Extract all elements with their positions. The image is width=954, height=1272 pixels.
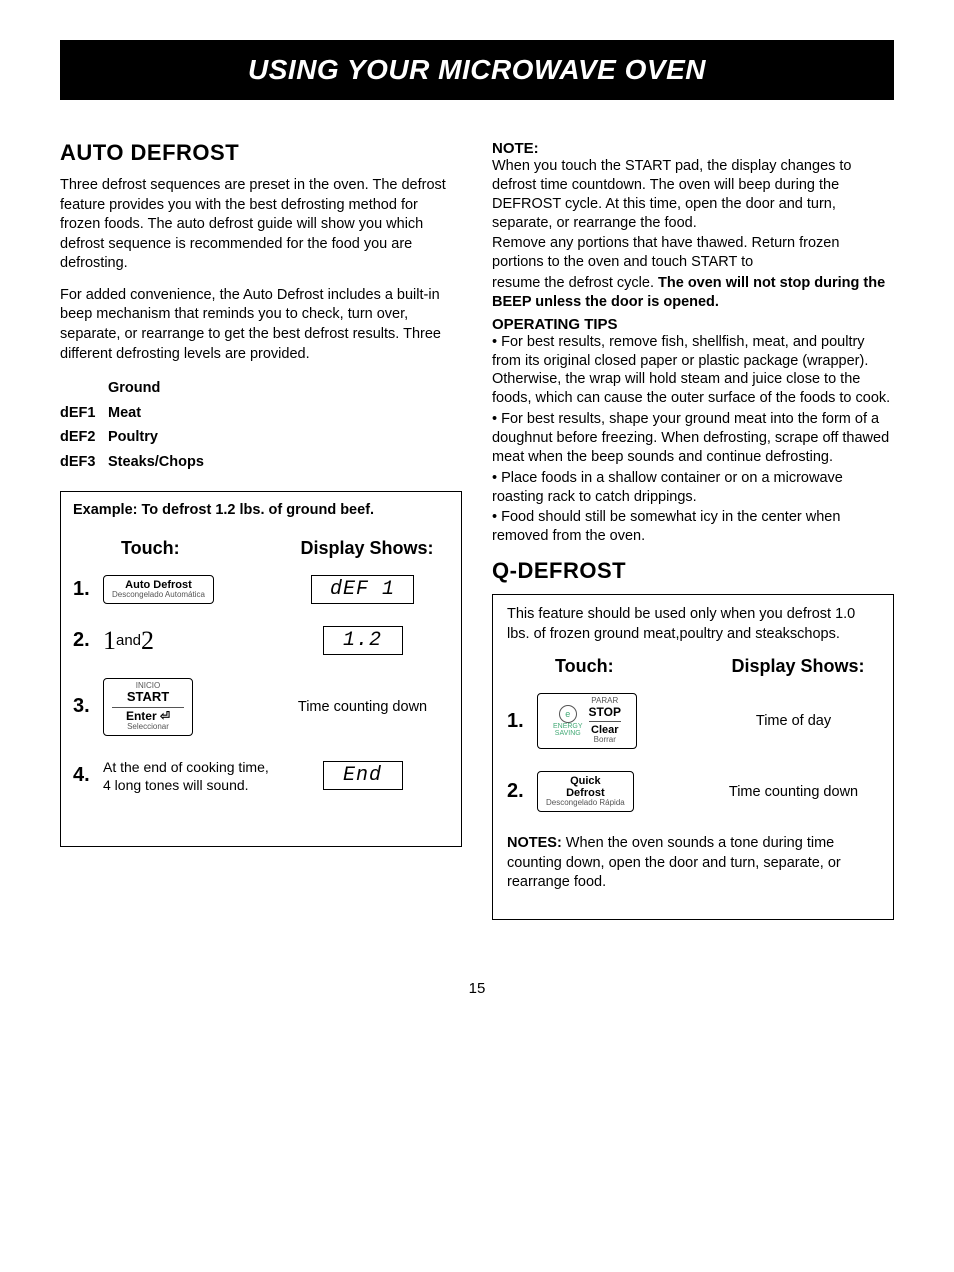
start-btn-sub: Enter ⏎	[112, 710, 184, 723]
step4-text: At the end of cooking time, 4 long tones…	[103, 758, 276, 794]
right-column: NOTE: When you touch the START pad, the …	[492, 140, 894, 920]
qstep1-display: Time of day	[708, 713, 879, 729]
auto-defrost-button-icon: Auto Defrost Descongelado Automática	[103, 575, 214, 604]
q-touch-header: Touch:	[507, 656, 717, 677]
energy-label1: ENERGY	[553, 723, 583, 730]
operating-tips-label: OPERATING TIPS	[492, 316, 894, 333]
start-button-icon: INICIO START Enter ⏎ Seleccionar	[103, 678, 193, 736]
auto-defrost-btn-sub: Descongelado Automática	[112, 591, 205, 600]
step2-key-1: 1	[103, 626, 116, 656]
tip2: • For best results, shape your ground me…	[492, 410, 894, 467]
page-banner: USING YOUR MICROWAVE OVEN	[60, 40, 894, 100]
q-headers: Touch: Display Shows:	[507, 656, 879, 677]
step2-key-2: 2	[141, 626, 154, 656]
qstep2-number: 2.	[507, 780, 537, 803]
energy-label2: SAVING	[553, 730, 583, 737]
q-notes-label: NOTES:	[507, 835, 562, 851]
def1-label: Ground Meat	[108, 376, 156, 425]
page-number: 15	[60, 980, 894, 997]
quick-defrost-button-icon: Quick Defrost Descongelado Rápida	[537, 771, 634, 812]
qd-btn-sub: Descongelado Rápida	[546, 799, 625, 808]
tip4: • Food should still be somewhat icy in t…	[492, 508, 894, 546]
content-columns: AUTO DEFROST Three defrost sequences are…	[60, 140, 894, 920]
step4-display: End	[323, 761, 403, 790]
start-btn-main: START	[112, 690, 184, 707]
example-step-1: 1. Auto Defrost Descongelado Automática …	[73, 575, 449, 604]
touch-header: Touch:	[73, 538, 285, 559]
auto-defrost-example-box: Example: To defrost 1.2 lbs. of ground b…	[60, 491, 462, 847]
auto-defrost-para1: Three defrost sequences are preset in th…	[60, 176, 462, 274]
def2-label: Poultry	[108, 425, 156, 450]
clear-btn-tiny: Borrar	[589, 736, 621, 745]
q-display-header: Display Shows:	[717, 656, 879, 677]
q-defrost-intro: This feature should be used only when yo…	[507, 605, 879, 644]
qstep1-number: 1.	[507, 710, 537, 733]
step2-number: 2.	[73, 629, 103, 652]
example-step-3: 3. INICIO START Enter ⏎ Seleccionar Time…	[73, 678, 449, 736]
defrost-level-list: dEF1Ground Meat dEF2Poultry dEF3Steaks/C…	[60, 376, 462, 475]
q-notes: NOTES: When the oven sounds a tone durin…	[507, 834, 879, 893]
auto-defrost-para2: For added convenience, the Auto Defrost …	[60, 286, 462, 364]
note-para2: Remove any portions that have thawed. Re…	[492, 234, 894, 272]
step1-number: 1.	[73, 578, 103, 601]
example-headers: Touch: Display Shows:	[73, 538, 449, 559]
note-para1: When you touch the START pad, the displa…	[492, 157, 894, 232]
example-step-4: 4. At the end of cooking time, 4 long to…	[73, 758, 449, 794]
step3-display: Time counting down	[276, 699, 449, 715]
stop-btn-main: STOP	[589, 706, 621, 722]
step1-display: dEF 1	[311, 575, 414, 604]
def3-label: Steaks/Chops	[108, 450, 156, 475]
step2-and: and	[116, 632, 141, 649]
q-defrost-box: This feature should be used only when yo…	[492, 594, 894, 920]
def3-code: dEF3	[60, 450, 108, 475]
tip3: • Place foods in a shallow container or …	[492, 469, 894, 507]
left-column: AUTO DEFROST Three defrost sequences are…	[60, 140, 462, 920]
step2-display: 1.2	[323, 626, 403, 655]
auto-defrost-btn-main: Auto Defrost	[112, 579, 205, 591]
display-header: Display Shows:	[285, 538, 449, 559]
def2-code: dEF2	[60, 425, 108, 450]
auto-defrost-heading: AUTO DEFROST	[60, 140, 462, 166]
note3-plain: resume the defrost cycle.	[492, 275, 658, 291]
q-step-2: 2. Quick Defrost Descongelado Rápida Tim…	[507, 771, 879, 812]
step3-number: 3.	[73, 695, 103, 718]
example-title: Example: To defrost 1.2 lbs. of ground b…	[73, 502, 449, 518]
def1-code: dEF1	[60, 401, 108, 426]
tip1: • For best results, remove fish, shellfi…	[492, 333, 894, 408]
eco-icon: e	[559, 705, 577, 723]
start-btn-tiny: Seleccionar	[112, 723, 184, 732]
step4-number: 4.	[73, 764, 103, 787]
note-label: NOTE:	[492, 140, 894, 157]
q-defrost-heading: Q-DEFROST	[492, 558, 894, 584]
q-step-1: 1. e ENERGY SAVING PARAR STOP	[507, 693, 879, 749]
note-para3: resume the defrost cycle. The oven will …	[492, 274, 894, 312]
qstep2-display: Time counting down	[708, 784, 879, 800]
qd-btn-line1: Quick	[546, 775, 625, 787]
example-step-2: 2. 1 and 2 1.2	[73, 626, 449, 656]
stop-clear-button-icon: e ENERGY SAVING PARAR STOP Clear Borrar	[537, 693, 637, 749]
